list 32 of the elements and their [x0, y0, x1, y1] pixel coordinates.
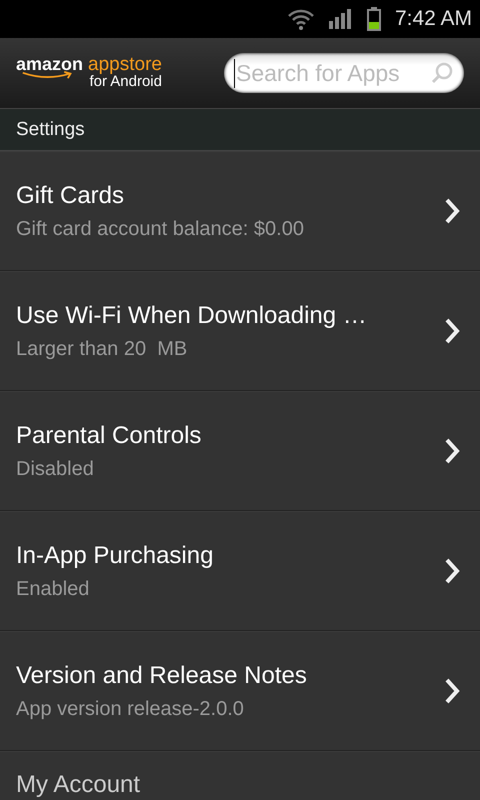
settings-item[interactable]: In-App Purchasing Enabled [0, 511, 480, 631]
settings-item[interactable]: Parental Controls Disabled [0, 391, 480, 511]
logo-brand-text: amazon [16, 55, 84, 74]
signal-icon [328, 9, 353, 29]
item-title: My Account [16, 772, 140, 798]
item-subtitle: Enabled [16, 578, 90, 600]
item-title: Use Wi-Fi When Downloading … [16, 302, 367, 330]
logo-platform-text: for Android [89, 74, 162, 91]
search-icon [430, 61, 454, 85]
settings-item[interactable]: Version and Release Notes App version release-2.0.0 [0, 631, 480, 751]
settings-item[interactable]: My Account [0, 751, 480, 800]
search-field[interactable]: Search for Apps [224, 53, 464, 93]
item-subtitle: App version release-2.0.0 [16, 698, 245, 720]
item-title: Gift Cards [16, 182, 126, 210]
chevron-icon [444, 677, 460, 705]
item-title: Parental Controls [16, 422, 202, 450]
item-subtitle: Larger than 20 MB [16, 338, 188, 360]
settings-item[interactable]: Gift Cards Gift card account balance: $0.00 [0, 151, 480, 271]
item-subtitle: Disabled [16, 458, 95, 480]
item-title: In-App Purchasing [16, 542, 214, 570]
section-header: Settings [0, 109, 480, 151]
logo-product-text: appstore [88, 55, 162, 74]
status-time: 7:42 AM [394, 7, 472, 31]
wifi-icon [286, 7, 315, 31]
chevron-icon [444, 317, 460, 345]
chevron-icon [444, 557, 460, 585]
item-subtitle: Gift card account balance: $0.00 [16, 218, 304, 240]
battery-icon [366, 7, 381, 31]
chevron-icon [444, 437, 460, 465]
item-title: Version and Release Notes [16, 662, 307, 690]
settings-item[interactable]: Use Wi-Fi When Downloading … Larger than 20 MB [0, 271, 480, 391]
chevron-icon [444, 197, 460, 225]
